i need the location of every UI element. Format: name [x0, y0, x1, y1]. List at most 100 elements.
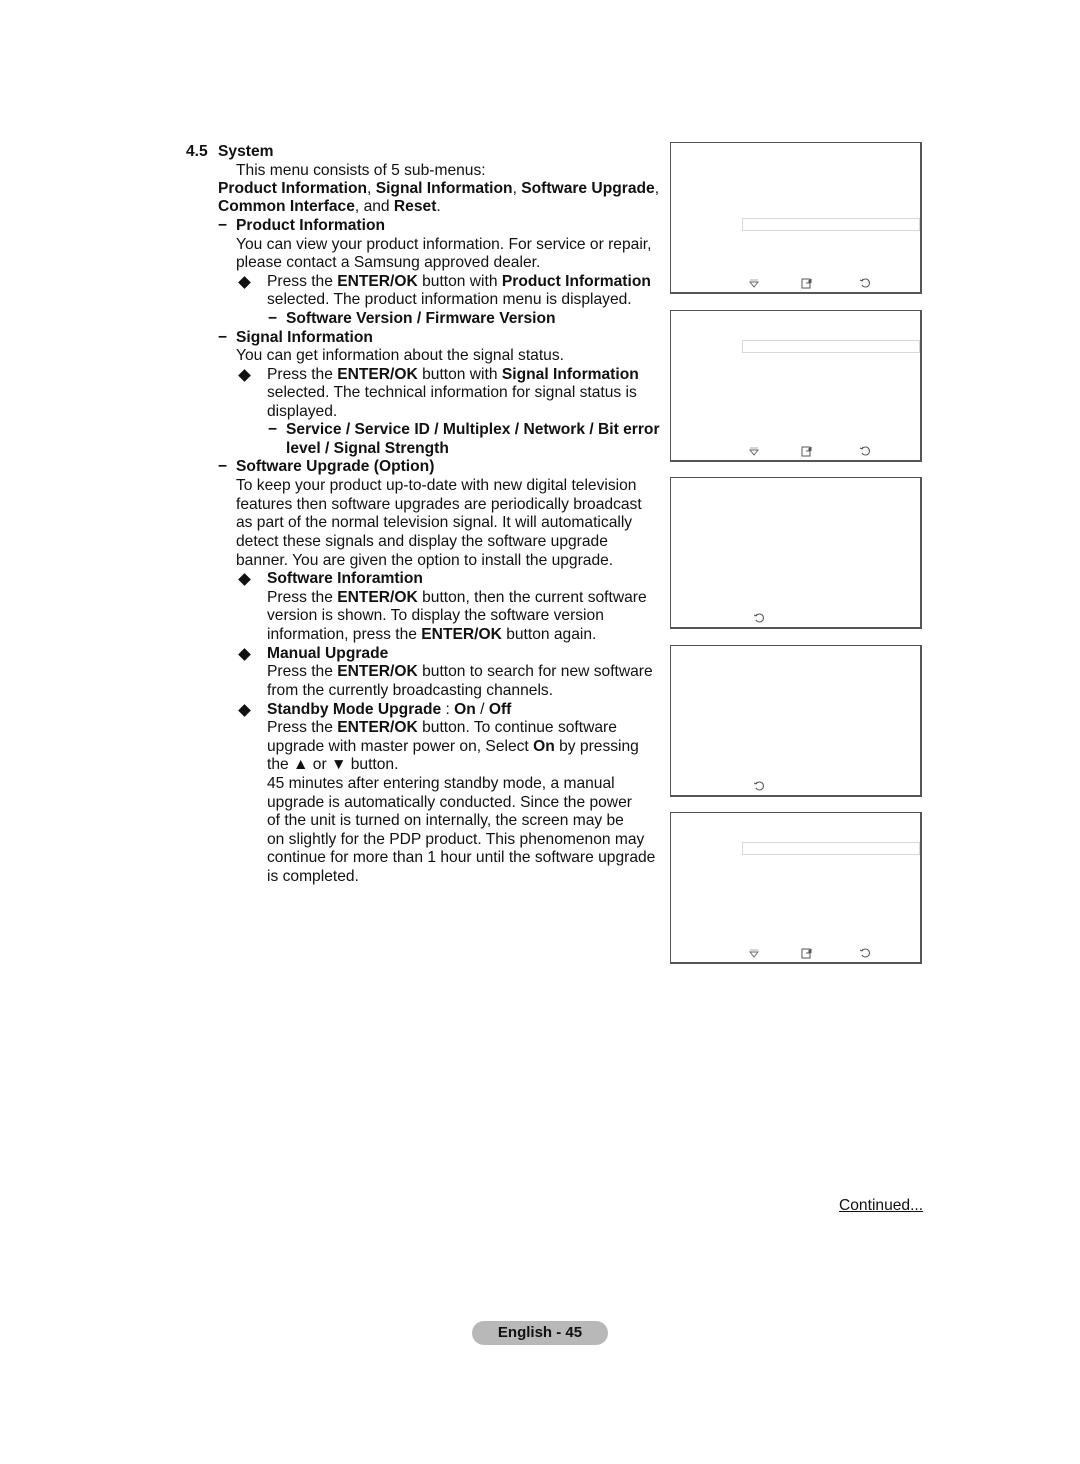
text-run: , [654, 180, 660, 197]
diamond-bullet-icon [238, 573, 251, 586]
diamond-bullet-icon [238, 704, 251, 717]
product-information-bullet: selected. The product information menu i… [267, 291, 632, 308]
text-run: Signal Information [501, 366, 639, 383]
text-run: Press the [267, 663, 338, 680]
text-run: upgrade with master power on, Select [267, 738, 534, 755]
page-number-badge: English - 45 [472, 1321, 608, 1345]
text-run: , [367, 180, 376, 197]
signal-information-bullet: Press the ENTER/OK button with Signal In… [267, 366, 639, 384]
text-run: Standby Mode Upgrade [267, 701, 442, 718]
software-information-heading: Software Inforamtion [267, 570, 423, 587]
standby-mode-upgrade-note: continue for more than 1 hour until the … [267, 849, 656, 866]
text-run: Press the [267, 589, 338, 606]
standby-mode-upgrade-note: upgrade is automatically conducted. Sinc… [267, 794, 632, 811]
text-run: button with [417, 366, 502, 383]
text-run: Press the [267, 273, 338, 290]
product-information-screen [670, 142, 922, 294]
dash-bullet: − [268, 421, 278, 438]
highlighted-field [742, 340, 920, 353]
software-information-screen [670, 477, 922, 629]
product-information-bullet: Press the ENTER/OK button with Product I… [267, 273, 651, 291]
signal-information-bullet: selected. The technical information for … [267, 384, 637, 401]
software-upgrade-desc: To keep your product up-to-date with new… [236, 477, 637, 494]
text-run: ENTER/OK [421, 626, 502, 643]
text-run: information, press the [267, 626, 422, 643]
text-run: button. To continue software [417, 719, 617, 736]
standby-mode-upgrade-note: is completed. [267, 868, 359, 885]
software-upgrade-desc: as part of the normal television signal.… [236, 514, 633, 531]
text-run: , and [354, 198, 394, 215]
move-icon [748, 447, 760, 456]
software-information-text: version is shown. To display the softwar… [267, 607, 604, 624]
text-run: On [454, 701, 476, 718]
highlighted-field [742, 842, 920, 855]
product-information-desc: please contact a Samsung approved dealer… [236, 254, 541, 271]
text-run: Product Information [501, 273, 651, 290]
submenus-list-line1: Product Information, Signal Information,… [218, 180, 659, 198]
move-icon [748, 279, 760, 288]
signal-information-desc: You can get information about the signal… [236, 347, 564, 364]
manual-upgrade-text: from the currently broadcasting channels… [267, 682, 554, 699]
text-run: Reset [393, 198, 437, 215]
text-run: button, then the current software [417, 589, 647, 606]
text-run: button again. [501, 626, 597, 643]
signal-information-subitem: level / Signal Strength [286, 440, 449, 457]
submenus-list-line2: Common Interface, and Reset. [218, 198, 441, 216]
signal-information-screen [670, 310, 922, 462]
text-run: Signal Information [375, 180, 513, 197]
product-information-heading: Product Information [236, 217, 386, 234]
dash-bullet: − [268, 310, 278, 327]
return-icon [753, 781, 764, 791]
text-run: ENTER/OK [337, 589, 418, 606]
text-run: ENTER/OK [337, 273, 418, 290]
enter-icon [801, 948, 812, 959]
diamond-bullet-icon [238, 369, 251, 382]
standby-mode-upgrade-note: on slightly for the PDP product. This ph… [267, 831, 645, 848]
product-information-subitem: Software Version / Firmware Version [286, 310, 556, 327]
software-information-text: information, press the ENTER/OK button a… [267, 626, 596, 644]
text-run: Software Upgrade [521, 180, 655, 197]
text-run: On [533, 738, 555, 755]
manual-upgrade-screen [670, 645, 922, 797]
manual-upgrade-text: Press the ENTER/OK button to search for … [267, 663, 653, 681]
section-title: System [218, 143, 274, 160]
dash-bullet: − [218, 217, 228, 234]
text-run: ENTER/OK [337, 719, 418, 736]
signal-information-bullet: displayed. [267, 403, 338, 420]
software-upgrade-desc: banner. You are given the option to inst… [236, 552, 614, 569]
text-run: . [436, 198, 441, 215]
signal-information-heading: Signal Information [236, 329, 373, 346]
software-information-text: Press the ENTER/OK button, then the curr… [267, 589, 647, 607]
text-run: by pressing [554, 738, 639, 755]
software-upgrade-desc: detect these signals and display the sof… [236, 533, 608, 550]
continued-link: Continued... [839, 1197, 924, 1214]
move-icon [748, 949, 760, 958]
section-intro: This menu consists of 5 sub-menus: [236, 162, 486, 179]
diamond-bullet-icon [238, 648, 251, 661]
return-icon [859, 278, 870, 288]
text-run: Product Information [218, 180, 368, 197]
standby-mode-upgrade-heading: Standby Mode Upgrade : On / Off [267, 701, 511, 719]
dash-bullet: − [218, 329, 228, 346]
text-run: Press the [267, 366, 338, 383]
software-upgrade-desc: features then software upgrades are peri… [236, 496, 642, 513]
enter-icon [801, 278, 812, 289]
return-icon [859, 446, 870, 456]
manual-upgrade-heading: Manual Upgrade [267, 645, 389, 662]
text-run: : [441, 701, 455, 718]
standby-mode-upgrade-text: upgrade with master power on, Select On … [267, 738, 639, 756]
standby-mode-upgrade-screen [670, 812, 922, 964]
enter-icon [801, 446, 812, 457]
standby-mode-upgrade-note: of the unit is turned on internally, the… [267, 812, 624, 829]
section-number: 4.5 [186, 143, 208, 160]
diamond-bullet-icon [238, 276, 251, 289]
standby-mode-upgrade-text: the ▲ or ▼ button. [267, 756, 399, 773]
text-run: Common Interface [218, 198, 355, 215]
product-information-desc: You can view your product information. F… [236, 236, 652, 253]
text-run: Press the [267, 719, 338, 736]
text-run: button with [417, 273, 502, 290]
return-icon [753, 613, 764, 623]
software-upgrade-heading: Software Upgrade (Option) [236, 458, 435, 475]
text-run: button to search for new software [417, 663, 653, 680]
dash-bullet: − [218, 458, 228, 475]
